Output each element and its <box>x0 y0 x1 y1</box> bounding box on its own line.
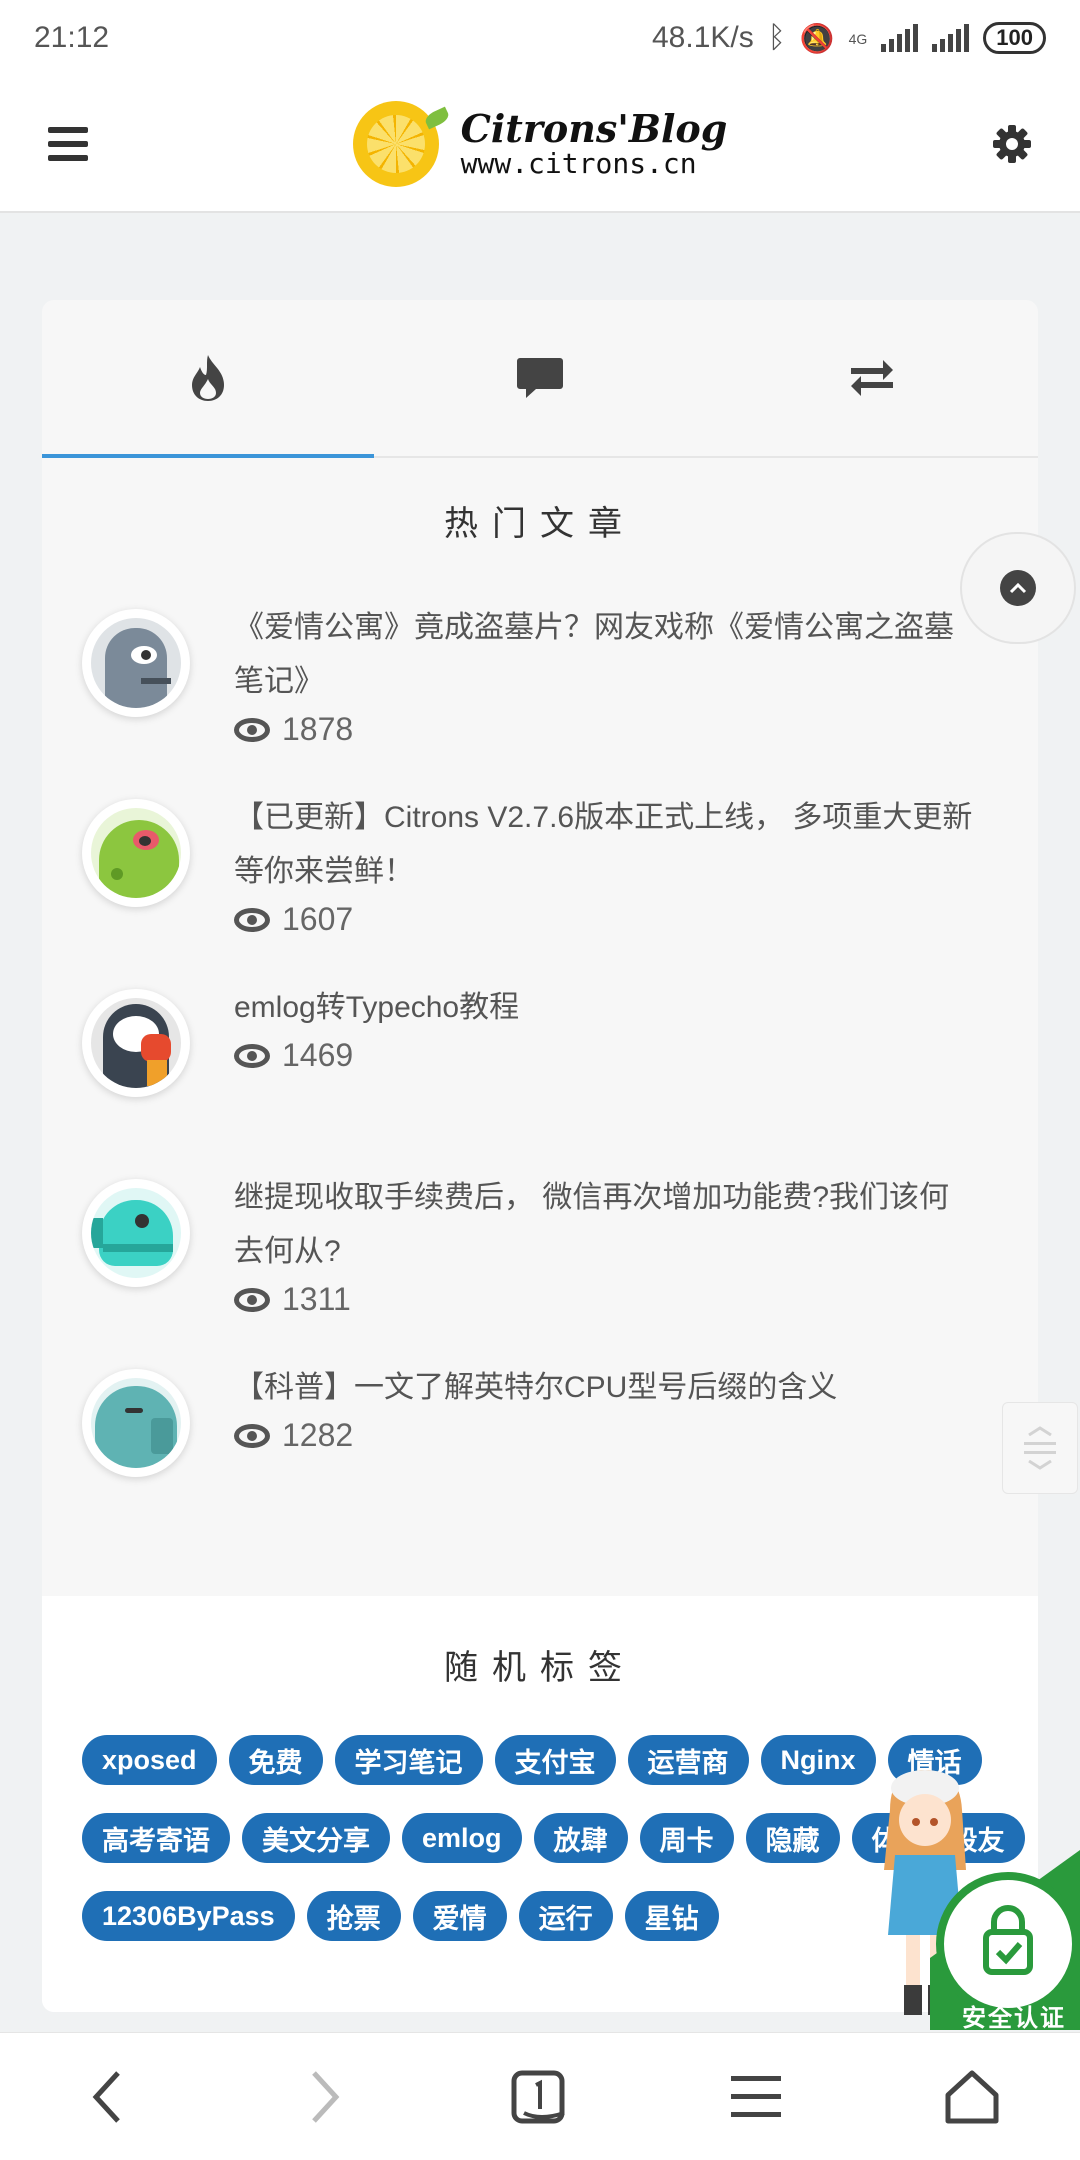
avatar <box>82 1369 190 1477</box>
list-item[interactable]: 继提现收取手续费后， 微信再次增加功能费?我们该何去何从? 1311 <box>42 1171 1038 1361</box>
avatar <box>82 1179 190 1287</box>
menu-icon <box>731 2075 781 2117</box>
tag-chip[interactable]: 支付宝 <box>494 1735 616 1785</box>
tag-chip[interactable]: 高考寄语 <box>82 1813 230 1863</box>
down-arrow-icon <box>1028 1460 1052 1470</box>
tab-comments[interactable] <box>374 300 706 456</box>
badge-label: 安全认证 <box>962 2005 1066 2032</box>
lock-check-icon <box>936 1872 1080 2016</box>
view-count: 1282 <box>234 1417 974 1454</box>
signal-icon <box>881 24 919 52</box>
tag-chip[interactable]: 免费 <box>228 1735 323 1785</box>
chevron-right-icon <box>312 2070 340 2123</box>
bluetooth-icon: ᛒ <box>767 21 786 54</box>
menu-button[interactable] <box>711 2052 801 2142</box>
site-header: Citrons'Blog www.citrons.cn <box>0 76 1080 213</box>
eye-icon <box>234 1287 270 1312</box>
gear-icon[interactable] <box>992 124 1032 164</box>
list-item[interactable]: emlog转Typecho教程 1469 <box>42 981 1038 1171</box>
article-title[interactable]: emlog转Typecho教程 <box>234 981 974 1035</box>
back-to-top-button[interactable] <box>960 532 1076 644</box>
hot-section-title: 热门文章 <box>444 505 636 543</box>
list-item[interactable]: 《爱情公寓》竟成盗墓片？网友戏称《爱情公寓之盗墓笔记》 1878 <box>42 601 1038 791</box>
tabs-button[interactable] <box>495 2052 585 2142</box>
home-icon <box>945 2070 999 2123</box>
tags-section-title: 随机标签 <box>444 1649 636 1687</box>
chevron-left-icon <box>92 2070 120 2123</box>
tag-chip[interactable]: 隐藏 <box>745 1813 840 1863</box>
widget-tabs <box>42 300 1038 458</box>
blog-url: www.citrons.cn <box>460 146 697 180</box>
view-count: 1311 <box>234 1281 974 1318</box>
network-type: 4G <box>848 31 868 47</box>
article-title[interactable]: 《爱情公寓》竟成盗墓片？网友戏称《爱情公寓之盗墓笔记》 <box>234 601 974 709</box>
forward-button[interactable] <box>279 2052 369 2142</box>
eye-icon <box>234 1043 270 1068</box>
tag-chip[interactable]: xposed <box>82 1735 217 1785</box>
article-title[interactable]: 继提现收取手续费后， 微信再次增加功能费?我们该何去何从? <box>234 1171 974 1279</box>
avatar <box>82 609 190 717</box>
tag-chip[interactable]: 周卡 <box>639 1813 734 1863</box>
mute-icon: 🔕 <box>799 22 835 54</box>
view-count: 1469 <box>234 1037 974 1074</box>
tag-chip[interactable]: 爱情 <box>412 1891 507 1941</box>
back-button[interactable] <box>63 2052 153 2142</box>
home-button[interactable] <box>927 2052 1017 2142</box>
tag-chip[interactable]: 星钻 <box>624 1891 719 1941</box>
comment-icon <box>517 358 563 398</box>
status-icons: 48.1K/s ᛒ 🔕 4G 100 <box>652 21 1046 55</box>
tag-chip[interactable]: 美文分享 <box>242 1813 390 1863</box>
chevron-up-icon <box>1000 570 1036 606</box>
list-item[interactable]: 【已更新】Citrons V2.7.6版本正式上线， 多项重大更新等你来尝鲜！ … <box>42 791 1038 981</box>
tag-chip[interactable]: Nginx <box>760 1735 876 1785</box>
avatar <box>82 989 190 1097</box>
site-logo[interactable]: Citrons'Blog www.citrons.cn <box>352 100 728 187</box>
list-item[interactable]: 【科普】一文了解英特尔CPU型号后缀的含义 1282 <box>42 1361 1038 1551</box>
net-speed: 48.1K/s <box>651 21 754 54</box>
tag-chip[interactable]: 运行 <box>518 1891 613 1941</box>
hamburger-icon[interactable] <box>48 126 88 161</box>
up-arrow-icon <box>1028 1426 1052 1436</box>
tab-hot[interactable] <box>42 300 374 458</box>
tab-random[interactable] <box>706 300 1038 456</box>
eye-icon <box>234 1423 270 1448</box>
article-title[interactable]: 【已更新】Citrons V2.7.6版本正式上线， 多项重大更新等你来尝鲜！ <box>234 791 974 899</box>
view-count: 1607 <box>234 901 974 938</box>
eye-icon <box>234 907 270 932</box>
tag-chip[interactable]: 12306ByPass <box>82 1891 295 1941</box>
tabs-icon <box>511 2070 565 2123</box>
sidebar-widget-card: 热门文章 《爱情公寓》竟成盗墓片？网友戏称《爱情公寓之盗墓笔记》 1878 【已… <box>42 300 1038 2012</box>
status-bar: 21:12 48.1K/s ᛒ 🔕 4G 100 <box>0 0 1080 76</box>
tag-chip[interactable]: 学习笔记 <box>334 1735 483 1785</box>
blog-name: Citrons'Blog <box>460 105 728 151</box>
tag-chip[interactable]: 运营商 <box>627 1735 749 1785</box>
browser-bottom-nav <box>0 2032 1080 2160</box>
eye-icon <box>234 717 270 742</box>
hot-articles-list: 《爱情公寓》竟成盗墓片？网友戏称《爱情公寓之盗墓笔记》 1878 【已更新】Ci… <box>42 601 1038 1551</box>
signal-icon-2 <box>932 24 970 52</box>
tag-chip[interactable]: 抢票 <box>306 1891 401 1941</box>
status-time: 21:12 <box>34 21 110 54</box>
battery-icon: 100 <box>983 22 1046 54</box>
avatar <box>82 799 190 907</box>
fire-icon <box>192 355 224 401</box>
article-title[interactable]: 【科普】一文了解英特尔CPU型号后缀的含义 <box>234 1361 974 1415</box>
view-count: 1878 <box>234 711 974 748</box>
tag-chip[interactable]: emlog <box>402 1813 522 1863</box>
side-drag-handle[interactable] <box>1002 1402 1078 1494</box>
exchange-icon <box>851 360 893 396</box>
lemon-logo-icon <box>352 100 439 187</box>
tag-chip[interactable]: 放肆 <box>533 1813 628 1863</box>
